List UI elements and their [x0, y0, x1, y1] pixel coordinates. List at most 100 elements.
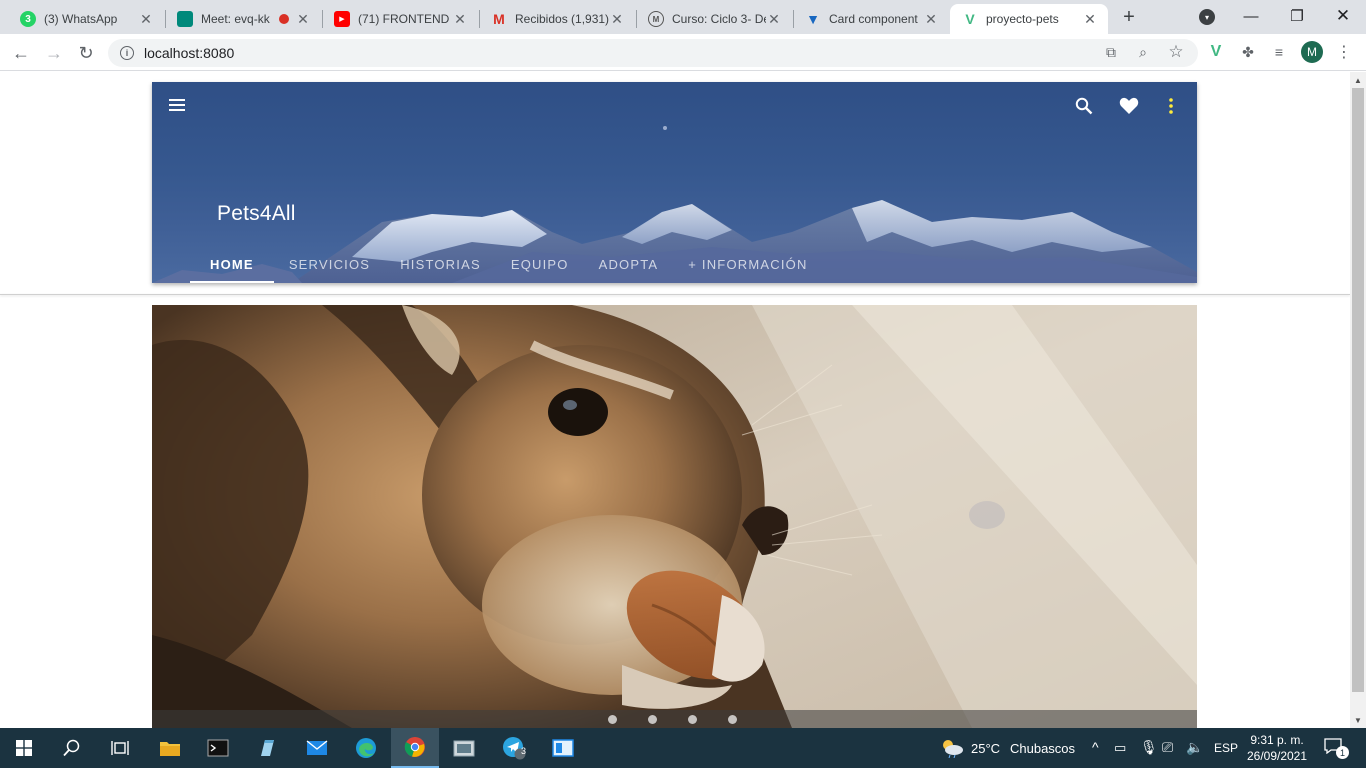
- task-view-icon[interactable]: [96, 728, 144, 768]
- carousel-dot[interactable]: [688, 715, 697, 724]
- volume-icon[interactable]: 🔈: [1186, 739, 1203, 756]
- browser-tab-gmail[interactable]: M Recibidos (1,931) ✕: [479, 4, 635, 34]
- moodle-icon: M: [648, 11, 664, 27]
- telegram-icon[interactable]: 3: [490, 728, 538, 768]
- close-tab-icon[interactable]: ✕: [452, 11, 468, 27]
- bookmark-star-icon[interactable]: ☆: [1166, 42, 1186, 62]
- tab-historias[interactable]: HISTORIAS: [385, 246, 496, 283]
- close-tab-icon[interactable]: ✕: [766, 11, 782, 27]
- windows-start-icon[interactable]: [0, 728, 48, 768]
- scroll-up-icon[interactable]: ▲: [1350, 72, 1366, 88]
- tab-informacion[interactable]: + INFORMACIÓN: [673, 246, 822, 283]
- minimize-icon[interactable]: —: [1228, 0, 1274, 32]
- restore-icon[interactable]: ❐: [1274, 0, 1320, 32]
- tab-search-icon[interactable]: ▾: [1199, 9, 1215, 25]
- browser-tab-strip: 3 (3) WhatsApp ✕ Meet: evq-kk ✕ ▶ (71) F…: [0, 0, 1366, 34]
- tab-title: Recibidos (1,931): [515, 12, 609, 26]
- tab-title: (3) WhatsApp: [44, 12, 118, 26]
- weather-temperature: 25°C: [971, 741, 1001, 756]
- carousel-controls: [152, 710, 1197, 728]
- site-info-icon[interactable]: i: [120, 46, 134, 60]
- search-icon[interactable]: [1073, 95, 1095, 117]
- scroll-down-icon[interactable]: ▼: [1350, 712, 1366, 728]
- carousel-dot[interactable]: [728, 715, 737, 724]
- chrome-menu-icon[interactable]: ⋮: [1334, 42, 1354, 62]
- whatsapp-icon: 3: [20, 11, 36, 27]
- close-tab-icon[interactable]: ✕: [138, 11, 154, 27]
- carousel-dot[interactable]: [608, 715, 617, 724]
- close-tab-icon[interactable]: ✕: [295, 11, 311, 27]
- tab-equipo[interactable]: EQUIPO: [496, 246, 584, 283]
- browser-tab-moodle[interactable]: M Curso: Ciclo 3- De ✕: [636, 4, 792, 34]
- recording-icon: [279, 14, 289, 24]
- more-vert-icon[interactable]: [1163, 95, 1179, 117]
- browser-toolbar: ← → ↻ i localhost:8080 ⧉ ⌕ ☆ V ✤ ≡ M ⋮: [0, 34, 1366, 71]
- notification-badge: 1: [1336, 746, 1349, 759]
- vuetify-icon: ▼: [806, 11, 820, 27]
- close-window-icon[interactable]: ✕: [1320, 0, 1366, 32]
- vue-devtools-icon[interactable]: V: [1206, 42, 1226, 62]
- search-icon[interactable]: [48, 728, 96, 768]
- youtube-icon: ▶: [334, 11, 350, 27]
- close-tab-icon[interactable]: ✕: [923, 11, 939, 27]
- file-explorer-icon[interactable]: [146, 728, 194, 768]
- address-text: localhost:8080: [144, 45, 235, 61]
- browser-tab-whatsapp[interactable]: 3 (3) WhatsApp ✕: [8, 4, 164, 34]
- tab-title: Curso: Ciclo 3- De: [672, 12, 766, 26]
- close-tab-icon[interactable]: ✕: [609, 11, 625, 27]
- forward-icon[interactable]: →: [41, 40, 67, 66]
- chevron-up-icon[interactable]: ^: [1092, 739, 1099, 755]
- microphone-icon[interactable]: 🎙: [1140, 739, 1158, 756]
- gmail-icon: M: [493, 11, 505, 27]
- clock-date: 26/09/2021: [1246, 749, 1308, 763]
- hero-carousel[interactable]: [152, 305, 1197, 728]
- nav-tabs: HOME SERVICIOS HISTORIAS EQUIPO ADOPTA +…: [190, 246, 823, 283]
- system-clock[interactable]: 9:31 p. m. 26/09/2021: [1240, 732, 1314, 764]
- address-bar[interactable]: i localhost:8080: [108, 39, 1198, 67]
- tab-title: proyecto-pets: [986, 12, 1059, 26]
- profile-avatar[interactable]: M: [1301, 41, 1323, 63]
- close-tab-icon[interactable]: ✕: [1082, 11, 1098, 27]
- browser-tab-vuetify[interactable]: ▼ Card component ✕: [793, 4, 949, 34]
- mail-icon[interactable]: [293, 728, 341, 768]
- tab-adopta[interactable]: ADOPTA: [584, 246, 674, 283]
- notepad-icon[interactable]: [243, 728, 291, 768]
- tab-title: Meet: evq-kk: [201, 12, 270, 26]
- remote-desktop-icon[interactable]: [539, 728, 587, 768]
- input-language[interactable]: ESP: [1214, 741, 1238, 755]
- app-title: Pets4All: [217, 202, 296, 225]
- screenshot-tool-icon[interactable]: [440, 728, 488, 768]
- scrollbar-thumb[interactable]: [1352, 88, 1364, 692]
- extensions-icon[interactable]: ✤: [1238, 42, 1258, 62]
- translate-icon[interactable]: ⧉: [1101, 42, 1121, 62]
- heart-icon[interactable]: [1117, 95, 1141, 117]
- network-icon[interactable]: ⎚: [1162, 739, 1173, 756]
- reload-icon[interactable]: ↻: [73, 40, 99, 66]
- battery-icon[interactable]: ▭: [1114, 740, 1126, 756]
- edge-icon[interactable]: [342, 728, 390, 768]
- tab-title: Card component: [829, 12, 918, 26]
- zoom-icon[interactable]: ⌕: [1133, 42, 1153, 62]
- back-icon[interactable]: ←: [8, 40, 34, 66]
- browser-tab-meet[interactable]: Meet: evq-kk ✕: [165, 4, 321, 34]
- weather-icon[interactable]: [940, 738, 964, 763]
- google-meet-icon: [177, 11, 193, 27]
- new-tab-button[interactable]: +: [1118, 6, 1140, 28]
- menu-icon[interactable]: [166, 94, 188, 116]
- tab-title: (71) FRONTEND C: [358, 12, 452, 26]
- notification-center-icon[interactable]: 1: [1324, 738, 1349, 759]
- tab-home[interactable]: HOME: [190, 246, 274, 283]
- browser-tab-youtube[interactable]: ▶ (71) FRONTEND C ✕: [322, 4, 478, 34]
- carousel-dot[interactable]: [648, 715, 657, 724]
- clock-time: 9:31 p. m.: [1250, 733, 1304, 747]
- weather-description: Chubascos: [1010, 741, 1076, 756]
- chrome-taskbar-icon[interactable]: [391, 728, 439, 768]
- browser-tab-proyecto-pets[interactable]: V proyecto-pets ✕: [950, 4, 1108, 34]
- tab-servicios[interactable]: SERVICIOS: [274, 246, 385, 283]
- vue-icon: V: [965, 11, 975, 27]
- reading-list-icon[interactable]: ≡: [1269, 42, 1289, 62]
- page-scrollbar[interactable]: ▲ ▼: [1350, 72, 1366, 728]
- terminal-icon[interactable]: [194, 728, 242, 768]
- telegram-badge: 3: [521, 746, 527, 756]
- page-viewport: Pets4All HOME SERVICIOS HISTORIAS EQUIPO…: [0, 72, 1350, 728]
